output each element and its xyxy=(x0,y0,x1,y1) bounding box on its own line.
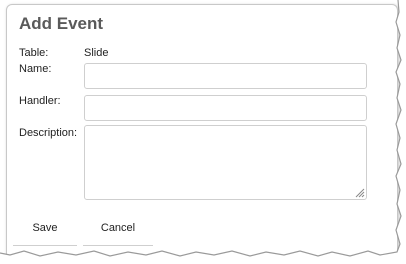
torn-edge-decoration xyxy=(0,0,406,264)
